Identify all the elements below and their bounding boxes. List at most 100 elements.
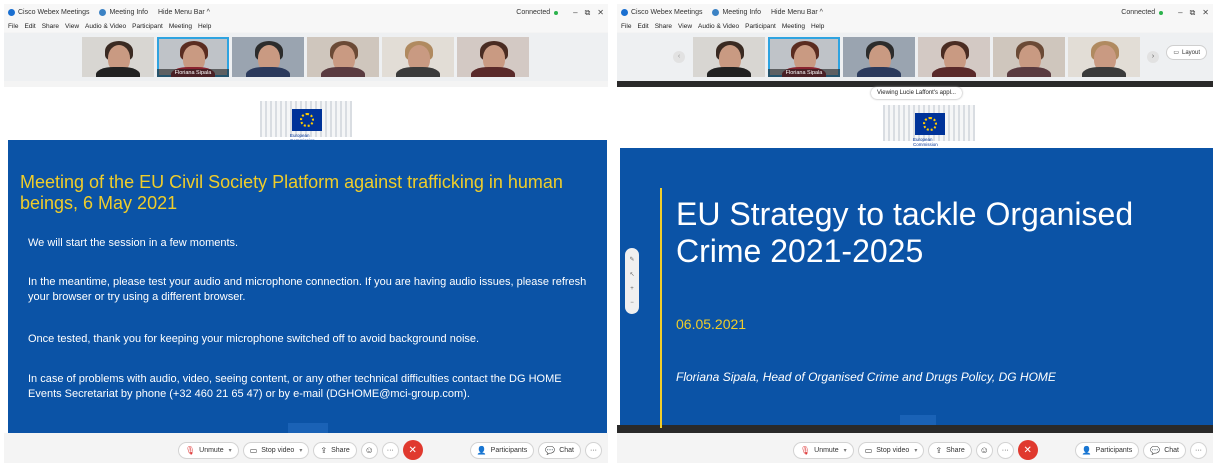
chevron-down-icon[interactable]: ▾ <box>299 447 302 454</box>
ec-label: European Commission <box>913 137 938 147</box>
video-thumbnail-strip: ‹ Floriana Sipala › ▭ Layout <box>617 33 1213 81</box>
end-call-button[interactable]: ✕ <box>1017 440 1038 460</box>
share-button[interactable]: ⇪ Share <box>313 441 357 459</box>
slide-paragraph-4: In case of problems with audio, video, s… <box>28 373 562 400</box>
participant-name: Floriana Sipala <box>157 69 229 77</box>
slide-paragraph-2: In the meantime, please test your audio … <box>28 276 587 303</box>
menu-meeting[interactable]: Meeting <box>169 23 192 30</box>
video-thumbnail-active[interactable]: Floriana Sipala <box>157 37 229 77</box>
unmute-button[interactable]: 🎙 Unmute ▾ <box>178 441 239 459</box>
chat-button[interactable]: 💬 Chat <box>538 441 581 459</box>
menu-edit[interactable]: Edit <box>24 23 35 30</box>
stop-video-label: Stop video <box>261 446 295 454</box>
scroll-right-button[interactable]: › <box>1147 51 1159 63</box>
video-thumbnail[interactable] <box>307 37 379 77</box>
stop-video-button[interactable]: ▭ Stop video ▾ <box>242 441 310 459</box>
chevron-left-icon: ‹ <box>677 53 681 60</box>
panel-more-button[interactable]: ··· <box>1190 441 1207 459</box>
restore-button[interactable]: ⧉ <box>1190 8 1196 18</box>
restore-button[interactable]: ⧉ <box>585 8 591 18</box>
video-thumbnail[interactable] <box>232 37 304 77</box>
slide-accent-line <box>660 188 662 428</box>
reactions-button[interactable]: ☺ <box>360 441 378 459</box>
menu-file[interactable]: File <box>621 23 631 30</box>
shared-content-area: Viewing Lucie Laffont's appl... European… <box>617 81 1213 433</box>
unmute-button[interactable]: 🎙 Unmute ▾ <box>793 441 854 459</box>
panel-more-button[interactable]: ··· <box>585 441 602 459</box>
chevron-down-icon[interactable]: ▾ <box>844 447 847 454</box>
video-thumbnail[interactable] <box>382 37 454 77</box>
scroll-left-button[interactable]: ‹ <box>673 51 685 63</box>
menu-view[interactable]: View <box>678 23 692 30</box>
hide-menu-bar-button[interactable]: Hide Menu Bar ^ <box>158 9 210 16</box>
menu-bar: File Edit Share View Audio & Video Parti… <box>4 21 608 32</box>
chat-button[interactable]: 💬 Chat <box>1143 441 1186 459</box>
video-thumbnail[interactable] <box>457 37 529 77</box>
connected-label: Connected <box>1121 9 1156 16</box>
app-title: Cisco Webex Meetings <box>621 9 702 16</box>
minimize-button[interactable]: – <box>573 8 577 17</box>
menu-help[interactable]: Help <box>811 23 824 30</box>
menu-share[interactable]: Share <box>42 23 59 30</box>
participants-button[interactable]: 👤 Participants <box>469 441 535 459</box>
menu-bar: File Edit Share View Audio & Video Parti… <box>617 21 1213 32</box>
menu-meeting[interactable]: Meeting <box>782 23 805 30</box>
hide-menu-bar-label: Hide Menu Bar ^ <box>158 9 210 16</box>
close-button[interactable]: ✕ <box>597 8 604 17</box>
video-thumbnail-active[interactable]: Floriana Sipala <box>768 37 840 77</box>
participants-button[interactable]: 👤 Participants <box>1074 441 1140 459</box>
menu-edit[interactable]: Edit <box>637 23 648 30</box>
participant-body <box>707 67 751 77</box>
end-call-button[interactable]: ✕ <box>402 440 423 460</box>
eu-flag-icon <box>292 109 322 131</box>
participant-body <box>96 67 140 77</box>
stop-video-button[interactable]: ▭ Stop video ▾ <box>857 441 925 459</box>
reactions-button[interactable]: ☺ <box>975 441 993 459</box>
minimize-button[interactable]: – <box>1178 8 1182 17</box>
slide-title: EU Strategy to tackle Organised Crime 20… <box>676 196 1134 269</box>
presentation-slide: Meeting of the EU Civil Society Platform… <box>8 140 607 433</box>
meeting-info-button[interactable]: Meeting Info <box>712 9 761 16</box>
menu-audio-video[interactable]: Audio & Video <box>85 23 126 30</box>
participant-body <box>246 67 290 77</box>
participant-body <box>321 67 365 77</box>
chat-bubble-icon: 💬 <box>545 445 556 455</box>
slide-paragraph-3: Once tested, thank you for keeping your … <box>28 333 480 345</box>
video-thumbnail[interactable] <box>82 37 154 77</box>
chat-label: Chat <box>1164 446 1179 454</box>
pointer-icon[interactable]: ↖ <box>629 271 634 278</box>
menu-participant[interactable]: Participant <box>132 23 163 30</box>
slide-date: 06.05.2021 <box>676 316 747 332</box>
slide-title: Meeting of the EU Civil Society Platform… <box>20 172 563 213</box>
slide-footer-tab <box>288 423 328 433</box>
mic-muted-icon: 🎙 <box>800 445 811 455</box>
meeting-info-button[interactable]: Meeting Info <box>99 9 148 16</box>
slide-footer-tab <box>900 415 936 425</box>
person-icon: 👤 <box>476 445 487 455</box>
participant-body <box>1082 67 1126 77</box>
menu-audio-video[interactable]: Audio & Video <box>698 23 739 30</box>
video-thumbnail[interactable] <box>918 37 990 77</box>
close-button[interactable]: ✕ <box>1202 8 1209 17</box>
hide-menu-bar-button[interactable]: Hide Menu Bar ^ <box>771 9 823 16</box>
menu-file[interactable]: File <box>8 23 18 30</box>
menu-help[interactable]: Help <box>198 23 211 30</box>
annotate-icon[interactable]: ✎ <box>629 256 634 263</box>
menu-share[interactable]: Share <box>655 23 672 30</box>
webex-window-right: Cisco Webex Meetings Meeting Info Hide M… <box>617 4 1213 463</box>
more-options-button[interactable]: ··· <box>381 441 399 459</box>
zoom-out-icon[interactable]: − <box>630 300 634 306</box>
zoom-in-icon[interactable]: + <box>630 286 634 292</box>
chevron-down-icon[interactable]: ▾ <box>229 447 232 454</box>
video-thumbnail[interactable] <box>843 37 915 77</box>
menu-view[interactable]: View <box>65 23 79 30</box>
video-thumbnail[interactable] <box>993 37 1065 77</box>
chevron-down-icon[interactable]: ▾ <box>914 447 917 454</box>
video-thumbnail[interactable] <box>1068 37 1140 77</box>
layout-button[interactable]: ▭ Layout <box>1166 45 1207 60</box>
unmute-label: Unmute <box>814 446 839 454</box>
more-options-button[interactable]: ··· <box>996 441 1014 459</box>
menu-participant[interactable]: Participant <box>745 23 776 30</box>
share-button[interactable]: ⇪ Share <box>928 441 972 459</box>
video-thumbnail[interactable] <box>693 37 765 77</box>
